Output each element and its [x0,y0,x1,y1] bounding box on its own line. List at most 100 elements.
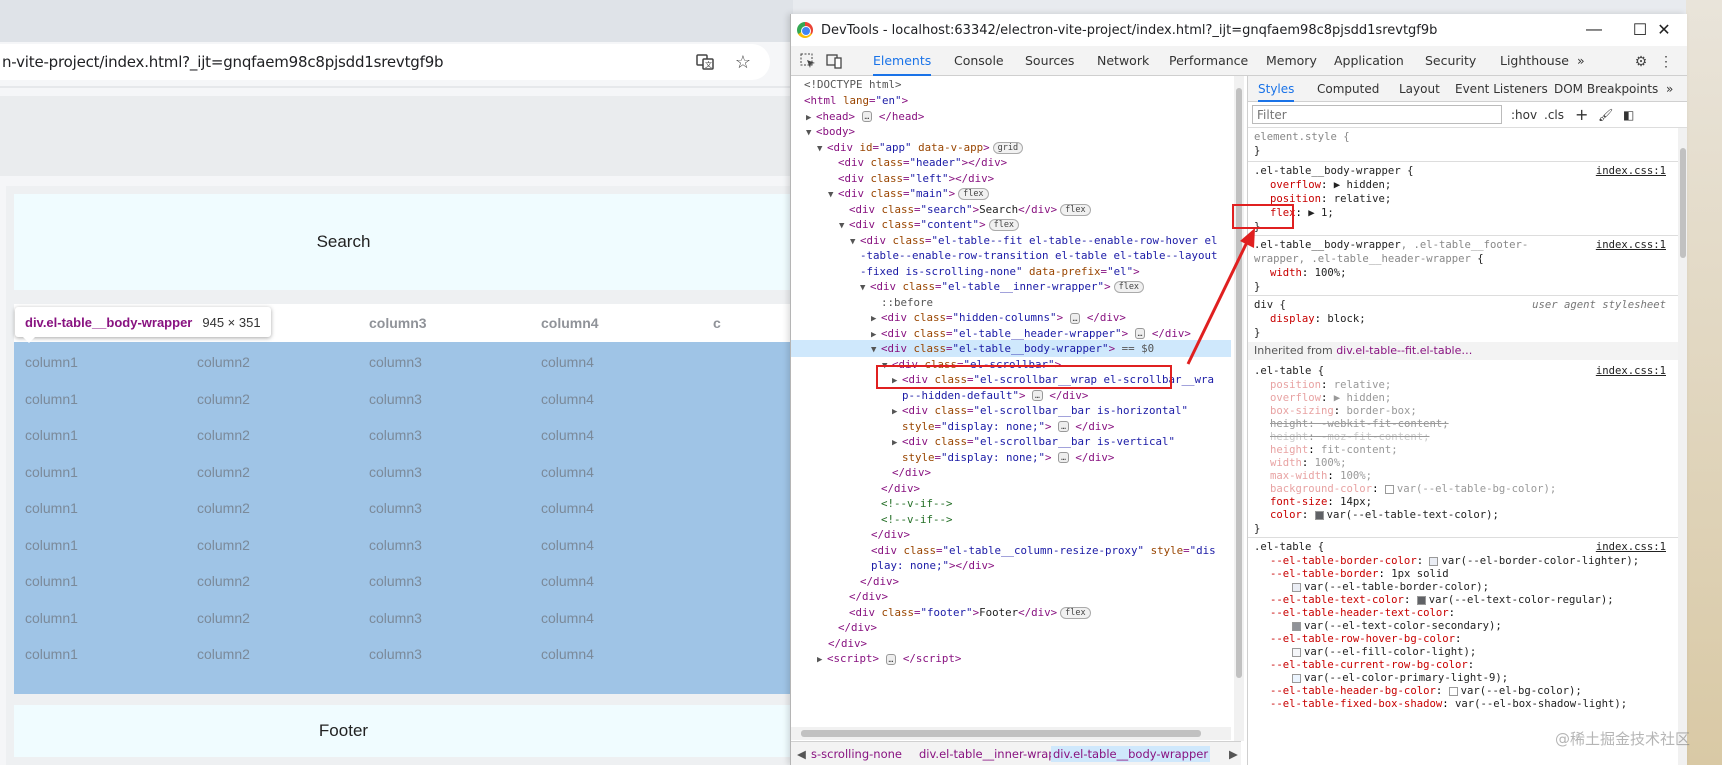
tab-layout[interactable]: Layout [1399,76,1440,102]
dom-tree-panel[interactable]: <!DOCTYPE html> <html lang="en"> ▶ <head>… [791,76,1241,741]
dom-line[interactable]: <html lang="en"> [791,92,1231,109]
css-line[interactable]: box-sizing: border-box; [1254,404,1674,418]
dom-line[interactable]: ::before [791,294,1231,311]
dom-line[interactable]: <!--v-if--> [791,511,1231,528]
source-link[interactable]: index.css:1 [1596,164,1666,178]
dom-line[interactable]: </div> [791,588,1231,605]
css-line[interactable]: var(--el-fill-color-light); [1254,645,1674,659]
dom-line[interactable]: ▼ <div class="el-table--fit el-table--ena… [791,232,1231,249]
table-row[interactable]: column1 column2 column3 column4 [14,561,793,601]
css-line[interactable]: max-width: 100%; [1254,469,1674,483]
dom-line[interactable]: </div> [791,526,1231,543]
css-line[interactable]: --el-table-text-color: var(--el-text-col… [1254,593,1674,607]
more-tabs-icon[interactable]: » [1577,46,1585,76]
dom-line[interactable]: p--hidden-default"> … </div> [791,387,1231,404]
css-line[interactable]: var(--el-text-color-secondary); [1254,619,1674,633]
tab-application[interactable]: Application [1334,46,1404,76]
dom-line[interactable]: </div> [791,635,1231,652]
css-line[interactable]: --el-table-header-text-color: [1254,606,1674,620]
dom-line[interactable]: ▶ <head> … </head> [791,108,1231,125]
dom-line[interactable]: <div class="left"></div> [791,170,1231,187]
css-line[interactable]: width: 100%; [1254,456,1674,470]
css-line[interactable]: position: relative; [1254,378,1674,392]
tab-styles[interactable]: Styles [1258,76,1295,102]
table-row[interactable]: column1 column2 column3 column4 [14,525,793,565]
source-link[interactable]: index.css:1 [1596,364,1666,378]
address-bar[interactable]: n-vite-project/index.html?_ijt=gnqfaem98… [0,44,770,80]
tab-console[interactable]: Console [954,46,1004,76]
tab-event-listeners[interactable]: Event Listeners [1455,76,1548,102]
breadcrumb-item[interactable]: s-scrolling-none [809,746,904,762]
more-panels-icon[interactable]: » [1666,76,1673,102]
css-line[interactable]: display: block; [1254,312,1674,326]
filter-input[interactable] [1252,105,1502,124]
breadcrumb-scroll-left-icon[interactable]: ◀ [795,746,808,762]
css-line[interactable]: var(--el-color-primary-light-9); [1254,671,1674,685]
css-line[interactable]: overflow: ▶ hidden; [1254,391,1674,405]
css-line[interactable]: width: 100%; [1254,266,1674,280]
tab-dom-breakpoints[interactable]: DOM Breakpoints [1554,76,1658,102]
css-line[interactable]: var(--el-table-border-color); [1254,580,1674,594]
column-header[interactable]: column4 [541,304,599,342]
css-line[interactable]: --el-table-border: 1px solid [1254,567,1674,581]
table-row[interactable]: column1 column2 column3 column4 [14,598,793,638]
tab-performance[interactable]: Performance [1169,46,1248,76]
paint-icon[interactable]: 🖌 [1598,106,1613,124]
dom-line[interactable]: play: none;"></div> [791,557,1231,574]
hov-toggle[interactable]: :hov [1511,106,1537,124]
device-toolbar-icon[interactable] [823,50,845,72]
table-row[interactable]: column1 column2 column3 column4 [14,415,793,455]
sidebar-toggle-icon[interactable]: ◧ [1623,106,1634,124]
source-link[interactable]: index.css:1 [1596,238,1666,252]
table-row[interactable]: column1 column2 column3 column4 [14,342,793,382]
breadcrumb-item-active[interactable]: div.el-table__body-wrapper [1051,746,1211,762]
dom-line[interactable]: ▼ <div class="content"> flex [791,216,1231,233]
css-line[interactable]: font-size: 14px; [1254,495,1674,509]
scrollbar-thumb[interactable] [801,730,1201,737]
dom-line[interactable]: style="display: none;"> … </div> [791,449,1231,466]
settings-gear-icon[interactable]: ⚙ [1630,50,1652,72]
css-line[interactable]: --el-table-header-bg-color: var(--el-bg-… [1254,684,1674,698]
inspect-element-icon[interactable] [797,50,819,72]
dom-line[interactable]: </div> [791,573,1231,590]
breadcrumb-scroll-right-icon[interactable]: ▶ [1227,746,1240,762]
css-line[interactable]: position: relative; [1254,192,1674,206]
more-options-icon[interactable]: ⋮ [1655,50,1677,72]
css-line[interactable]: overflow: ▶ hidden; [1254,178,1674,192]
dom-line[interactable]: <div class="header"></div> [791,154,1231,171]
dom-line[interactable]: ▶ <div class="el-scrollbar__bar is-horizo… [791,402,1231,419]
tab-memory[interactable]: Memory [1266,46,1317,76]
dom-line[interactable]: <!DOCTYPE html> [791,76,1231,93]
dom-line[interactable]: ▼ <div class="el-table__inner-wrapper"> fl… [791,278,1231,295]
scrollbar-thumb[interactable] [1680,148,1686,258]
dom-line[interactable]: ▶ <script> … </script> [791,650,1231,667]
css-line[interactable]: height: fit-content; [1254,443,1674,457]
dom-line[interactable]: <div class="footer">Footer</div> flex [791,604,1231,621]
css-line[interactable]: --el-table-current-row-bg-color: [1254,658,1674,672]
css-line[interactable]: --el-table-fixed-box-shadow: var(--el-bo… [1254,697,1674,711]
tab-computed[interactable]: Computed [1317,76,1379,102]
source-link[interactable]: index.css:1 [1596,540,1666,554]
dom-line[interactable]: <div class="search">Search</div> flex [791,201,1231,218]
dom-horizontal-scrollbar[interactable] [791,727,1231,740]
css-line[interactable]: --el-table-border-color: var(--el-border… [1254,554,1674,568]
dom-line[interactable]: </div> [791,464,1231,481]
inherited-selector[interactable]: div.el-table--fit.el-table… [1336,344,1472,357]
dom-line[interactable]: ▶ <div class="hidden-columns"> … </div> [791,309,1231,326]
css-line[interactable]: --el-table-row-hover-bg-color: [1254,632,1674,646]
dom-line[interactable]: -table--enable-row-transition el-table e… [791,247,1231,264]
tab-sources[interactable]: Sources [1025,46,1074,76]
css-line[interactable]: background-color: var(--el-table-bg-colo… [1254,482,1674,496]
dom-line-selected[interactable]: ▼ <div class="el-table__body-wrapper"> ==… [791,340,1231,357]
dom-line[interactable]: ▶ <div class="el-table__header-wrapper"> … [791,325,1231,342]
dom-line[interactable]: <div class="el-table__column-resize-prox… [791,542,1231,559]
table-row[interactable]: column1 column2 column3 column4 [14,634,793,674]
table-row[interactable]: column1 column2 column3 column4 [14,488,793,528]
dom-line[interactable]: ▼ <div class="main"> flex [791,185,1231,202]
css-line[interactable]: height: -webkit-fit-content; [1254,417,1674,431]
dom-line[interactable]: ▼ <body> [791,123,1231,140]
css-line[interactable]: color: var(--el-table-text-color); [1254,508,1674,522]
column-header[interactable]: c [713,304,721,342]
css-line[interactable]: height: -moz-fit-content; [1254,430,1674,444]
dom-vertical-scrollbar[interactable] [1234,76,1244,741]
